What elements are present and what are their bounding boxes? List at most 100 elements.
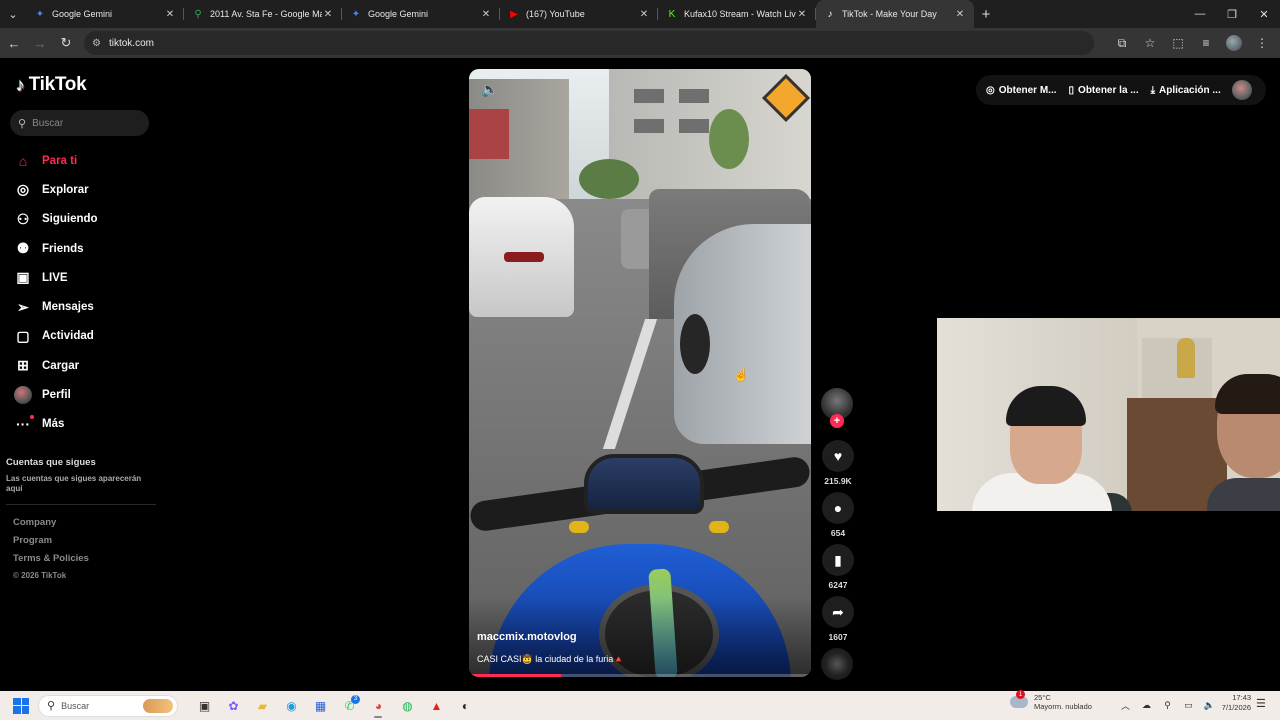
whatsapp-icon[interactable]: ✆ 3: [335, 694, 364, 718]
footer-link-terms[interactable]: Terms & Policies: [13, 553, 89, 571]
download-app-button[interactable]: ⤓ Aplicación ...: [1151, 85, 1221, 96]
footer-link-program[interactable]: Program: [13, 535, 89, 553]
browser-tab[interactable]: ✦ Google Gemini ✕: [342, 0, 500, 28]
profile-avatar[interactable]: [1226, 35, 1242, 51]
display-icon[interactable]: ▭: [1178, 695, 1199, 715]
music-disc-icon[interactable]: [821, 648, 853, 680]
volume-icon[interactable]: 🔈: [481, 81, 498, 98]
clock-date: 7/1/2026: [1221, 703, 1251, 712]
maximize-button[interactable]: ❐: [1216, 0, 1248, 28]
webcam-trophy: [1177, 338, 1195, 378]
sidebar-item-siguiendo[interactable]: ⚇ Siguiendo: [14, 205, 164, 234]
minimize-button[interactable]: —: [1184, 0, 1216, 28]
bookmark-star-icon[interactable]: ☆: [1138, 31, 1162, 55]
sidebar-item-label: Actividad: [42, 330, 94, 343]
copilot-icon[interactable]: ✿: [219, 694, 248, 718]
footer-link-company[interactable]: Company: [13, 517, 89, 535]
browser-tab[interactable]: ⚲ 2011 Av. Sta Fe - Google Maps ✕: [184, 0, 342, 28]
back-button[interactable]: ←: [2, 31, 26, 55]
sidebar-item-cargar[interactable]: ⊞ Cargar: [14, 351, 164, 380]
browser-tab[interactable]: ✦ Google Gemini ✕: [26, 0, 184, 28]
search-input[interactable]: [32, 117, 133, 129]
get-app-button[interactable]: ▯ Obtener la ...: [1069, 85, 1139, 96]
browser-tab[interactable]: ♪ TikTok - Make Your Day ✕: [816, 0, 974, 28]
video-frame-dashboard: [584, 454, 704, 514]
comment-button[interactable]: ●: [822, 492, 854, 524]
sidebar-item-friends[interactable]: ⚉ Friends: [14, 234, 164, 263]
extensions-icon[interactable]: ⬚: [1166, 31, 1190, 55]
tiktok-logo[interactable]: ♪ TikTok: [16, 74, 87, 96]
tiktok-page: ♪ TikTok ⚲ ⌂ Para ti ◎ Explorar ⚇ Siguiendo ⚉ F…: [0, 58, 1280, 691]
get-coins-button[interactable]: ◎ Obtener M...: [986, 85, 1057, 96]
sidebar-item-perfil[interactable]: Perfil: [14, 380, 164, 409]
notifications-icon[interactable]: ☰: [1256, 697, 1266, 710]
clock[interactable]: 17:43 7/1/2026: [1215, 693, 1251, 713]
tab-title: Kufax10 Stream - Watch Live o: [684, 9, 796, 19]
obs-icon[interactable]: ◐: [451, 694, 480, 718]
close-window-button[interactable]: ✕: [1248, 0, 1280, 28]
close-tab-icon[interactable]: ✕: [322, 9, 334, 20]
tab-search-button[interactable]: ⌄: [0, 0, 26, 28]
address-bar[interactable]: ⚙ tiktok.com: [84, 31, 1094, 55]
spotify-icon[interactable]: ◍: [393, 694, 422, 718]
browser-menu-icon[interactable]: ⋮: [1250, 31, 1274, 55]
video-progress-bar[interactable]: [469, 674, 811, 677]
creator-avatar[interactable]: +: [821, 388, 853, 428]
sidebar-item-explorar[interactable]: ◎ Explorar: [14, 175, 164, 204]
sidebar-item-label: Siguiendo: [42, 213, 98, 226]
video-frame-indicator: [709, 521, 729, 533]
search-box[interactable]: ⚲: [10, 110, 149, 136]
bookmark-icon: ▮: [834, 551, 842, 568]
install-app-icon[interactable]: ⧉: [1110, 31, 1134, 55]
search-highlight-image: [143, 698, 173, 713]
sidebar-item-actividad[interactable]: ▢ Actividad: [14, 322, 164, 351]
store-icon[interactable]: ▦: [306, 694, 335, 718]
save-button[interactable]: ▮: [822, 544, 854, 576]
task-view-icon[interactable]: ▣: [190, 694, 219, 718]
sidebar-item-mensajes[interactable]: ➢ Mensajes: [14, 292, 164, 321]
close-tab-icon[interactable]: ✕: [164, 9, 176, 20]
sidebar-item-live[interactable]: ▣ LIVE: [14, 263, 164, 292]
file-explorer-icon[interactable]: ▰: [248, 694, 277, 718]
webcam-cap: [1006, 386, 1086, 426]
browser-toolbar: ← → ↻ ⚙ tiktok.com ⧉ ☆ ⬚ ≡ ⋮: [0, 28, 1280, 58]
copyright: © 2026 TikTok: [13, 571, 67, 580]
video-author[interactable]: maccmix.motovlog: [477, 631, 577, 643]
live-icon: ▣: [16, 269, 30, 286]
video-caption: CASI CASI🤠 la ciudad de la furia🔺: [477, 654, 625, 664]
top-right-actions: ◎ Obtener M... ▯ Obtener la ... ⤓ Aplicació…: [976, 75, 1266, 105]
sidebar-item-para-ti[interactable]: ⌂ Para ti: [14, 146, 164, 175]
sidebar-item-más[interactable]: ··· Más: [14, 410, 164, 439]
close-tab-icon[interactable]: ✕: [480, 9, 492, 20]
share-button[interactable]: ➦: [822, 596, 854, 628]
chrome-icon[interactable]: ◕: [364, 694, 393, 718]
close-tab-icon[interactable]: ✕: [796, 9, 808, 20]
weather-widget[interactable]: 1 25°C Mayorm. nublado: [1010, 690, 1092, 711]
tiktok-note-icon: ♪: [16, 74, 25, 95]
tab-title: Google Gemini: [368, 9, 429, 19]
close-tab-icon[interactable]: ✕: [638, 9, 650, 20]
microphone-icon[interactable]: ⚲: [1157, 695, 1178, 715]
tab-title: (167) YouTube: [526, 9, 585, 19]
user-avatar[interactable]: [1232, 80, 1252, 100]
start-button[interactable]: [10, 695, 32, 717]
edge-icon[interactable]: ◉: [277, 694, 306, 718]
onedrive-icon[interactable]: ☁: [1136, 695, 1157, 715]
video-player[interactable]: 🔈 ☝ maccmix.motovlog CASI CASI🤠 la ciuda…: [469, 69, 811, 677]
following-icon: ⚇: [16, 210, 30, 227]
browser-tab[interactable]: K Kufax10 Stream - Watch Live o ✕: [658, 0, 816, 28]
video-frame-window: [634, 89, 664, 103]
browser-tab[interactable]: ▶ (167) YouTube ✕: [500, 0, 658, 28]
new-tab-button[interactable]: +: [974, 0, 998, 28]
follow-plus-icon[interactable]: +: [830, 414, 844, 428]
acrobat-icon[interactable]: ▲: [422, 694, 451, 718]
reload-button[interactable]: ↻: [54, 31, 78, 55]
like-button[interactable]: ♥: [822, 440, 854, 472]
forward-button[interactable]: →: [28, 31, 52, 55]
close-tab-icon[interactable]: ✕: [954, 9, 966, 20]
tray-overflow-icon[interactable]: ︿: [1115, 695, 1136, 715]
tab-groups-icon[interactable]: ≡: [1194, 31, 1218, 55]
friends-icon: ⚉: [16, 240, 30, 257]
site-info-icon[interactable]: ⚙: [92, 38, 101, 49]
taskbar-search[interactable]: ⚲ Buscar: [38, 694, 178, 717]
